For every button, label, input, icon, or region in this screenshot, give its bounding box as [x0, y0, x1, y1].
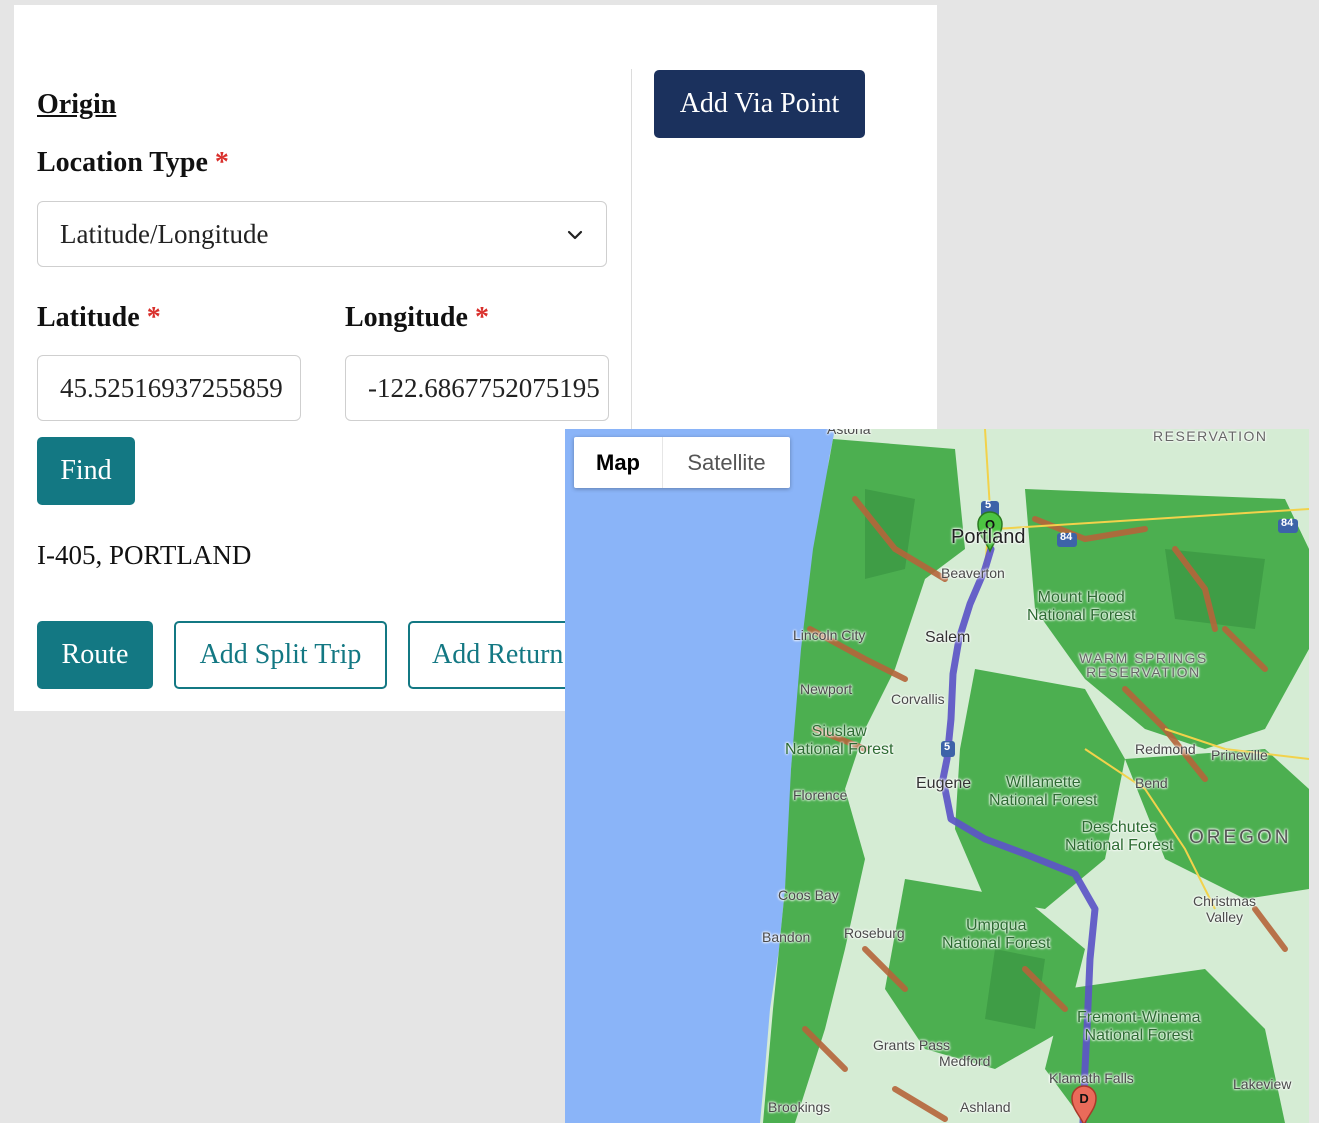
add-via-point-button[interactable]: Add Via Point: [654, 70, 865, 138]
place-portland: Portland: [951, 526, 1026, 548]
longitude-input[interactable]: -122.6867752075195: [345, 355, 609, 421]
longitude-label: Longitude *: [345, 302, 489, 334]
place-eugene: Eugene: [916, 775, 972, 792]
place-roseburg: Roseburg: [844, 925, 905, 941]
place-christmas-valley: Christmas Valley: [1193, 893, 1257, 925]
map-type-control: Map Satellite: [574, 437, 790, 488]
place-mount-hood: Mount Hood National Forest: [1027, 589, 1136, 624]
latitude-label: Latitude *: [37, 302, 161, 334]
place-grants-pass: Grants Pass: [873, 1037, 951, 1053]
route-map[interactable]: O D Map Satellite Astoria RESERVATION Po…: [565, 429, 1309, 1123]
place-ashland: Ashland: [960, 1099, 1011, 1115]
route-button[interactable]: Route: [37, 621, 153, 689]
latitude-input[interactable]: 45.52516937255859: [37, 355, 301, 421]
location-type-select[interactable]: Latitude/Longitude: [37, 201, 607, 267]
place-klamath-falls: Klamath Falls: [1049, 1070, 1134, 1086]
place-redmond: Redmond: [1135, 741, 1196, 757]
place-warm-springs: WARM SPRINGS RESERVATION: [1079, 650, 1208, 680]
place-umpqua: Umpqua National Forest: [942, 917, 1051, 952]
longitude-label-text: Longitude: [345, 302, 468, 333]
shield-i5-mid: 5: [944, 741, 951, 753]
required-asterisk: *: [214, 147, 229, 178]
chevron-down-icon: [567, 230, 583, 240]
map-type-satellite-button[interactable]: Satellite: [663, 437, 790, 488]
place-newport: Newport: [800, 681, 853, 697]
place-medford: Medford: [939, 1053, 991, 1069]
place-prineville: Prineville: [1211, 747, 1268, 763]
place-salem: Salem: [925, 629, 971, 646]
place-deschutes: Deschutes National Forest: [1065, 819, 1174, 854]
place-florence: Florence: [793, 787, 848, 803]
latitude-label-text: Latitude: [37, 302, 140, 333]
location-type-value: Latitude/Longitude: [60, 219, 269, 249]
place-lakeview: Lakeview: [1233, 1076, 1292, 1092]
destination-marker-letter: D: [1079, 1091, 1088, 1106]
place-corvallis: Corvallis: [891, 691, 945, 707]
place-fremont-winema: Fremont-Winema National Forest: [1077, 1009, 1201, 1044]
shield-i84-right: 84: [1281, 517, 1294, 529]
place-willamette: Willamette National Forest: [989, 774, 1098, 809]
place-reservation: RESERVATION: [1153, 429, 1268, 444]
place-lincoln-city: Lincoln City: [793, 627, 866, 643]
place-bend: Bend: [1135, 775, 1168, 791]
place-brookings: Brookings: [768, 1099, 831, 1115]
location-type-label-text: Location Type: [37, 147, 208, 178]
place-coos-bay: Coos Bay: [778, 887, 839, 903]
location-type-label: Location Type *: [37, 147, 229, 179]
place-astoria: Astoria: [827, 429, 871, 437]
place-siuslaw: Siuslaw National Forest: [785, 723, 894, 758]
origin-title: Origin: [37, 89, 117, 120]
place-beaverton: Beaverton: [941, 565, 1005, 581]
place-bandon: Bandon: [762, 929, 811, 945]
found-address: I-405, PORTLAND: [37, 540, 252, 570]
find-button[interactable]: Find: [37, 437, 135, 505]
map-type-map-button[interactable]: Map: [574, 437, 663, 488]
required-asterisk: *: [474, 302, 489, 333]
add-split-trip-button[interactable]: Add Split Trip: [174, 621, 387, 689]
place-oregon: OREGON: [1189, 827, 1292, 848]
required-asterisk: *: [146, 302, 161, 333]
shield-i5-top: 5: [985, 499, 992, 511]
shield-i84-left: 84: [1060, 531, 1073, 543]
